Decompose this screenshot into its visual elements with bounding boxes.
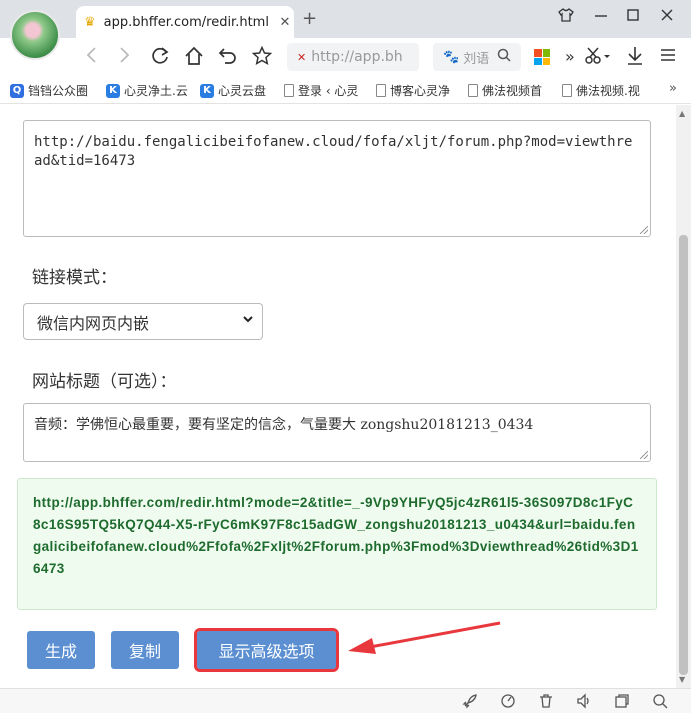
address-bar[interactable]: ✕ http://app.bh bbox=[287, 43, 419, 71]
bookmark-label: 铛铛公众圈 bbox=[28, 84, 89, 98]
bookmark-label: 佛法视频首 bbox=[482, 84, 543, 98]
source-url-text: http://baidu.fengalicibeifofanew.cloud/f… bbox=[34, 134, 633, 169]
bookmark-item[interactable]: K 心灵云盘 bbox=[200, 82, 266, 99]
bookmark-label: 博客心灵净 bbox=[390, 84, 451, 98]
doc-icon bbox=[284, 84, 294, 97]
rocket-icon[interactable] bbox=[462, 693, 478, 713]
doc-icon bbox=[562, 84, 572, 97]
speed-icon[interactable] bbox=[500, 693, 516, 713]
home-icon[interactable] bbox=[184, 46, 204, 71]
browser-statusbar bbox=[0, 688, 691, 713]
browser-toolbar: ✕ http://app.bh 🐾 刘语 » bbox=[0, 38, 691, 76]
forward-arrow-icon[interactable] bbox=[118, 46, 132, 69]
bookmark-star-icon[interactable] bbox=[251, 45, 273, 71]
show-advanced-options-button[interactable]: 显示高级选项 bbox=[194, 628, 339, 672]
bookmarks-bar: Q 铛铛公众圈 K 心灵净土.云 K 心灵云盘 登录 ‹ 心灵 博客心灵净 佛法… bbox=[0, 76, 691, 104]
bookmark-label: 心灵云盘 bbox=[218, 84, 267, 98]
scissors-icon[interactable] bbox=[584, 46, 610, 71]
scroll-up-icon[interactable]: ▲ bbox=[679, 109, 685, 118]
generate-button[interactable]: 生成 bbox=[27, 631, 95, 669]
new-tab-button[interactable]: + bbox=[302, 8, 317, 29]
tab-title: app.bhffer.com/redir.html bbox=[103, 14, 269, 30]
window-icon[interactable] bbox=[614, 693, 630, 713]
bookmark-item[interactable]: 佛法视频.视 bbox=[562, 82, 640, 99]
baidu-paw-icon: 🐾 bbox=[443, 49, 460, 65]
zoom-search-icon[interactable] bbox=[652, 693, 668, 713]
apps-grid-icon[interactable] bbox=[534, 49, 550, 65]
tshirt-icon[interactable] bbox=[558, 8, 574, 26]
page-viewport: http://baidu.fengalicibeifofanew.cloud/f… bbox=[0, 105, 676, 688]
trash-icon[interactable] bbox=[538, 693, 554, 713]
k-icon: K bbox=[200, 83, 214, 98]
site-title-text: 音频：学佛恒心最重要，要有坚定的信念，气量要大 zongshu20181213_… bbox=[34, 417, 534, 433]
resize-grip-icon[interactable] bbox=[640, 226, 648, 234]
generated-url-text: http://app.bhffer.com/redir.html?mode=2&… bbox=[33, 495, 639, 576]
bookmark-item[interactable]: Q 铛铛公众圈 bbox=[10, 82, 88, 99]
menu-hamburger-icon[interactable] bbox=[660, 46, 676, 69]
minimize-button[interactable] bbox=[594, 8, 608, 26]
address-text: http://app.bh bbox=[311, 49, 403, 65]
bookmark-label: 佛法视频.视 bbox=[576, 84, 640, 98]
link-mode-label: 链接模式： bbox=[32, 268, 117, 288]
vertical-scrollbar[interactable]: ▲ ▼ bbox=[676, 105, 691, 688]
bookmark-item[interactable]: K 心灵净土.云 bbox=[106, 82, 188, 99]
search-text: 刘语 bbox=[463, 51, 490, 67]
crown-favicon-icon: ♛ bbox=[84, 14, 96, 30]
scroll-down-icon[interactable]: ▼ bbox=[679, 675, 685, 684]
bookmark-item[interactable]: 登录 ‹ 心灵 bbox=[284, 82, 358, 99]
back-arrow-icon[interactable] bbox=[84, 46, 98, 69]
undo-close-tab-icon[interactable] bbox=[218, 46, 238, 71]
insecure-site-icon: ✕ bbox=[297, 50, 307, 64]
generated-url-box: http://app.bhffer.com/redir.html?mode=2&… bbox=[17, 478, 657, 610]
toolbar-more-icon[interactable]: » bbox=[565, 47, 575, 66]
maximize-button[interactable] bbox=[626, 8, 640, 26]
browser-tab[interactable]: ♛ app.bhffer.com/redir.html ✕ bbox=[76, 6, 294, 38]
bookmark-label: 登录 ‹ 心灵 bbox=[298, 84, 359, 98]
sound-icon[interactable] bbox=[576, 693, 592, 713]
bookmark-item[interactable]: 博客心灵净 bbox=[376, 82, 450, 99]
window-close-button[interactable] bbox=[660, 8, 674, 26]
link-mode-value: 微信内网页内嵌 bbox=[37, 313, 150, 333]
doc-icon bbox=[468, 84, 478, 97]
site-title-textarea[interactable]: 音频：学佛恒心最重要，要有坚定的信念，气量要大 zongshu20181213_… bbox=[23, 403, 651, 462]
site-title-label: 网站标题（可选）： bbox=[32, 372, 177, 392]
reload-icon[interactable] bbox=[150, 46, 170, 71]
search-box[interactable]: 🐾 刘语 bbox=[433, 43, 521, 71]
chevron-down-icon bbox=[242, 313, 254, 328]
doc-icon bbox=[376, 84, 386, 97]
browser-titlebar: ♛ app.bhffer.com/redir.html ✕ + bbox=[0, 0, 691, 38]
bookmarks-more-icon[interactable]: » bbox=[669, 81, 677, 96]
link-mode-select[interactable]: 微信内网页内嵌 bbox=[23, 303, 263, 340]
download-icon[interactable] bbox=[626, 46, 644, 71]
k-icon: K bbox=[106, 83, 120, 98]
copy-button[interactable]: 复制 bbox=[111, 631, 179, 669]
tab-close-icon[interactable]: ✕ bbox=[276, 15, 294, 30]
source-url-textarea[interactable]: http://baidu.fengalicibeifofanew.cloud/f… bbox=[23, 120, 651, 237]
search-icon[interactable] bbox=[497, 48, 511, 66]
bookmark-item[interactable]: 佛法视频首 bbox=[468, 82, 542, 99]
bookmark-label: 心灵净土.云 bbox=[124, 84, 188, 98]
scrollbar-thumb[interactable] bbox=[679, 235, 688, 675]
profile-avatar[interactable] bbox=[10, 10, 60, 60]
q-icon: Q bbox=[10, 83, 24, 98]
resize-grip-icon[interactable] bbox=[640, 451, 648, 459]
red-arrow-annotation bbox=[348, 621, 501, 654]
